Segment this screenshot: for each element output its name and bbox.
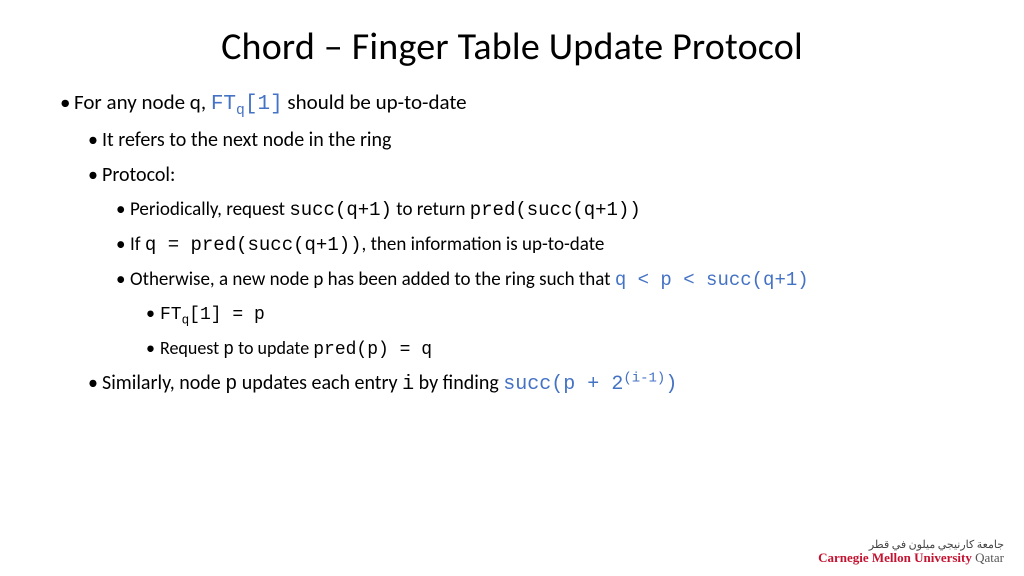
text: to update	[234, 337, 313, 359]
code: pred(p) = q	[313, 340, 432, 360]
text: updates each entry	[237, 371, 402, 395]
code: i	[402, 373, 414, 396]
bullet-l4: FTq[1] = p	[160, 301, 964, 327]
bullet-l2: It refers to the next node in the ring	[102, 127, 964, 154]
code: succ(p + 2(i-1))	[503, 373, 677, 396]
bullet-l1: For any node q, FTq[1] should be up-to-d…	[74, 88, 964, 119]
code: q < p < succ(q+1)	[615, 269, 809, 291]
code: FTq[1] = p	[160, 305, 265, 325]
bullet-l3: If q = pred(succ(q+1)), then information…	[130, 232, 964, 259]
bullet-l2: Similarly, node p updates each entry i b…	[102, 370, 964, 398]
code: p	[225, 373, 237, 396]
code: p	[223, 340, 234, 360]
slide-title: Chord – Finger Table Update Protocol	[60, 24, 964, 70]
text: to return	[392, 198, 470, 221]
bullet-l3: Periodically, request succ(q+1) to retur…	[130, 197, 964, 224]
text: Similarly, node	[102, 371, 225, 395]
logo-arabic-text: جامعة كارنيجي ميلون في قطر	[818, 539, 1004, 550]
bullet-l4: Request p to update pred(p) = q	[160, 336, 964, 362]
text: should be up-to-date	[283, 89, 467, 115]
bullet-l2: Protocol:	[102, 162, 964, 189]
code: q = pred(succ(q+1))	[145, 234, 362, 256]
text: by finding	[414, 371, 503, 395]
text: Otherwise, a new node p has been added t…	[130, 268, 615, 291]
text: For any node q,	[74, 89, 211, 115]
code: FTq[1]	[211, 93, 283, 116]
code: succ(q+1)	[289, 199, 392, 221]
university-logo: جامعة كارنيجي ميلون في قطر Carnegie Mell…	[818, 539, 1004, 564]
code: pred(succ(q+1))	[470, 199, 641, 221]
bullet-list: For any node q, FTq[1] should be up-to-d…	[60, 88, 964, 398]
text: , then information is up-to-date	[362, 233, 605, 256]
slide-content: Chord – Finger Table Update Protocol For…	[0, 0, 1024, 398]
logo-english-text: Carnegie Mellon University Qatar	[818, 551, 1004, 564]
text: Periodically, request	[130, 198, 289, 221]
text: Request	[160, 337, 223, 359]
bullet-l3: Otherwise, a new node p has been added t…	[130, 267, 964, 294]
text: If	[130, 233, 145, 256]
